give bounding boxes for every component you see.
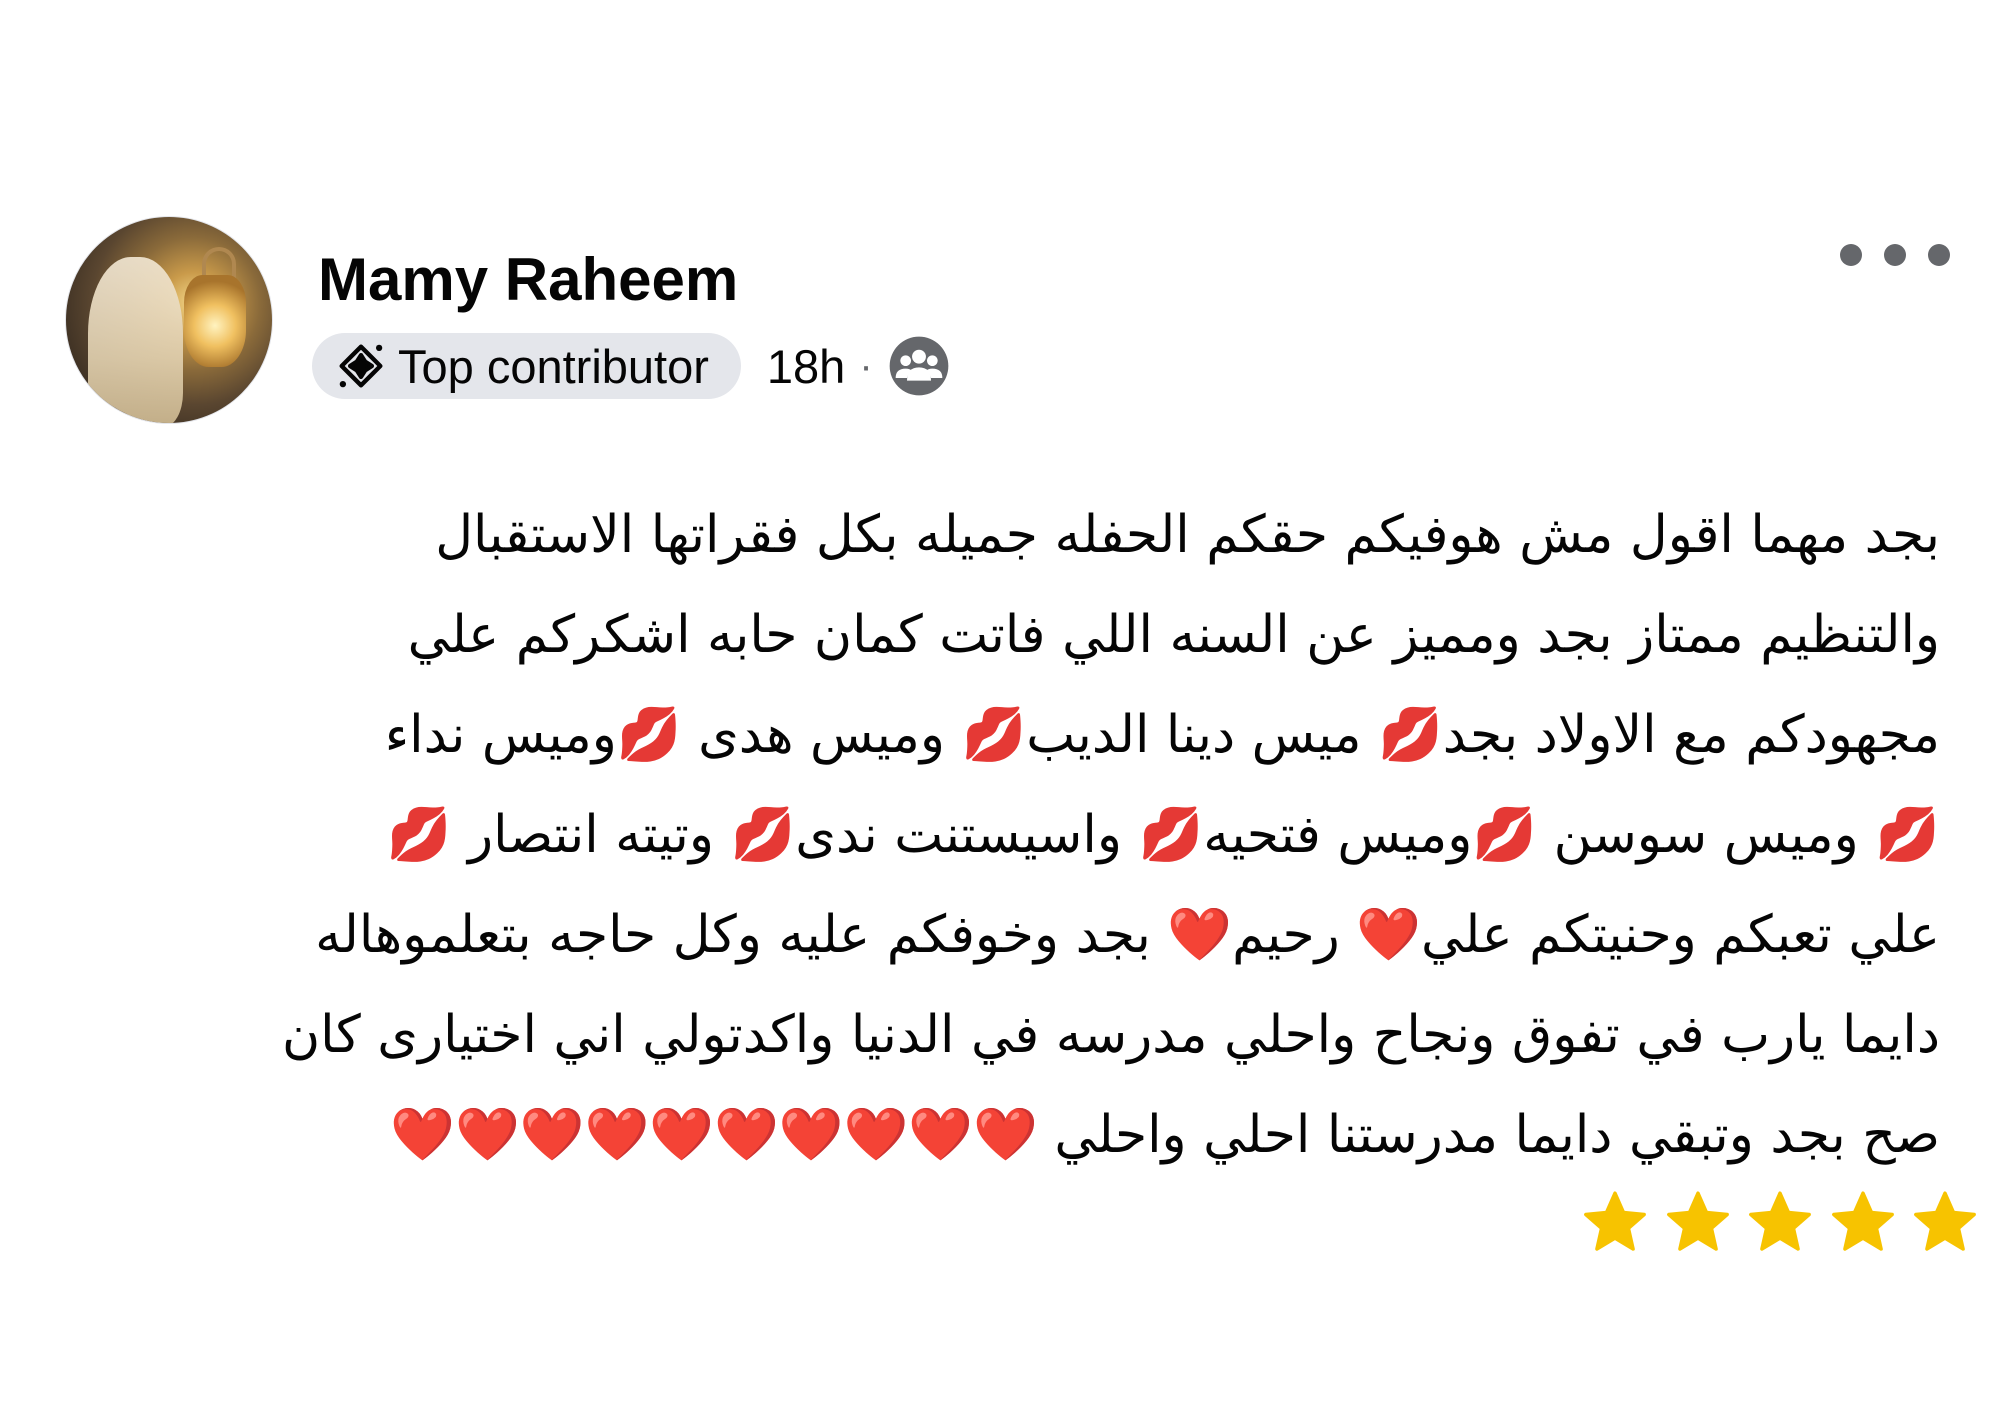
star-icon: [1749, 1191, 1811, 1251]
group-members-icon[interactable]: [887, 334, 951, 398]
star-icon: [1666, 1191, 1729, 1251]
star-icon: [1831, 1191, 1894, 1251]
more-options-button[interactable]: [1840, 238, 1950, 272]
top-contributor-badge[interactable]: Top contributor: [312, 333, 741, 399]
more-dot: [1928, 244, 1950, 266]
top-contributor-icon: [339, 344, 383, 388]
post-text: بجد مهما اقول مش هوفيكم حقكم الحفله جميل…: [60, 485, 1940, 1185]
post-text-line: علي تعبكم وحنيتكم علي❤️ رحيم❤️ بجد وخوفك…: [315, 905, 1940, 965]
post-text-line: 💋 وميس سوسن 💋وميس فتحيه💋 واسيستنت ندى💋 و…: [386, 805, 1940, 865]
post-text-line: بجد مهما اقول مش هوفيكم حقكم الحفله جميل…: [435, 505, 1940, 565]
meta-separator: ·: [859, 343, 873, 388]
star-icon: [1914, 1191, 1976, 1251]
more-dot: [1884, 244, 1906, 266]
avatar-lantern: [184, 275, 246, 367]
more-dot: [1840, 244, 1862, 266]
star-icon: [1584, 1191, 1646, 1251]
author-avatar[interactable]: [65, 216, 273, 424]
post-text-line: والتنظيم ممتاز بجد ومميز عن السنه اللي ف…: [407, 605, 1940, 665]
post-timestamp[interactable]: 18h: [767, 339, 845, 394]
badge-label: Top contributor: [398, 339, 709, 393]
post-meta: Top contributor 18h ·: [312, 332, 951, 400]
avatar-figure: [88, 257, 183, 423]
post-text-line: دايما يارب في تفوق ونجاح واحلي مدرسه في …: [281, 1005, 1940, 1065]
rating-stars: [1580, 1185, 1980, 1261]
post-text-line: صح بجد وتبقي دايما مدرستنا احلي واحلي ❤️…: [390, 1105, 1940, 1165]
author-name[interactable]: Mamy Raheem: [318, 245, 738, 315]
post-card: Mamy Raheem Top contributor 18h · بجد مه…: [0, 0, 2000, 1410]
post-text-line: مجهودكم مع الاولاد بجد💋 ميس دينا الديب💋 …: [384, 705, 1940, 765]
